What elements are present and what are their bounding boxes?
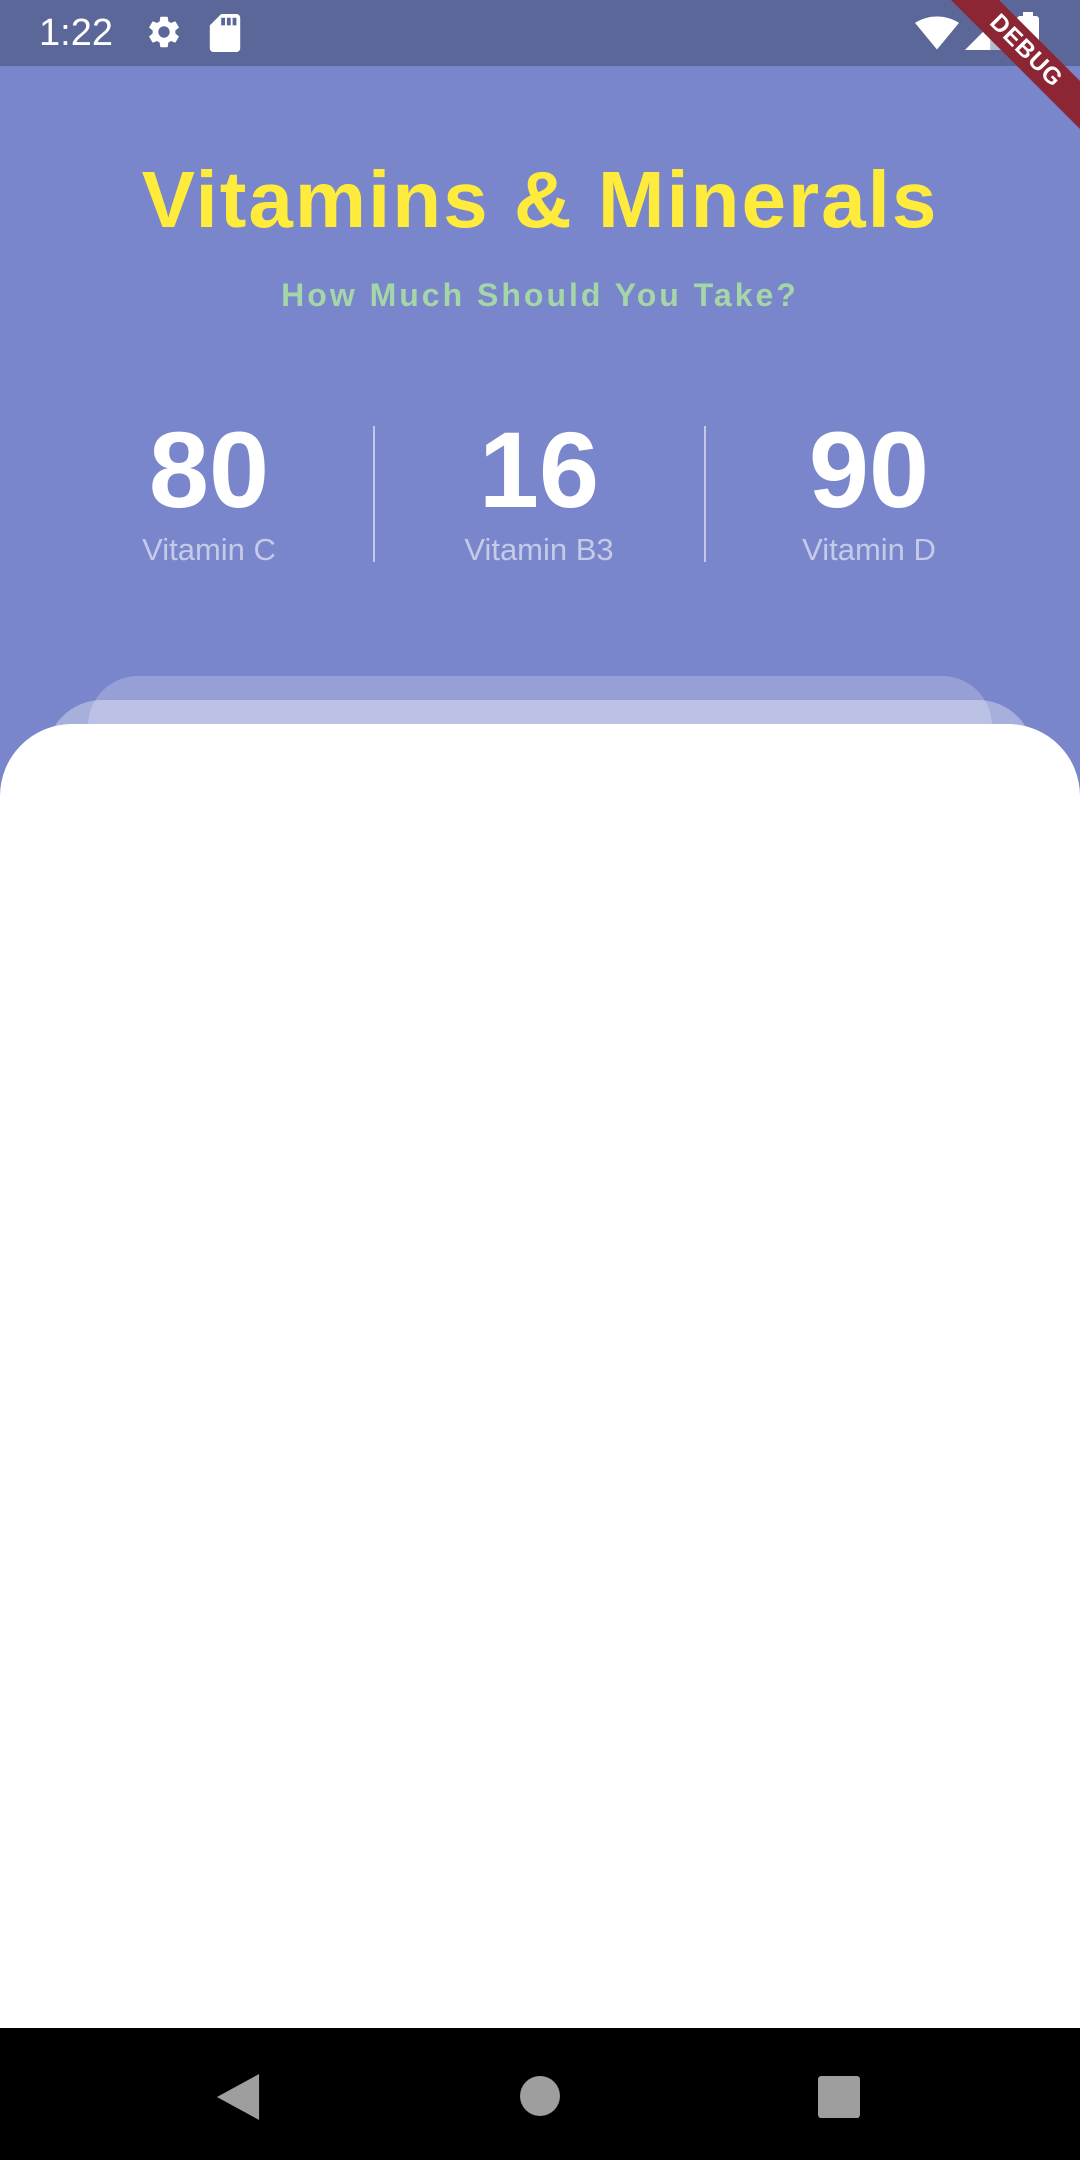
navigation-bar [0,2028,1080,2160]
stat-divider [373,426,375,562]
signal-icon [965,14,1001,50]
home-icon[interactable] [520,2076,560,2116]
stats-row: 80 Vitamin C 16 Vitamin B3 90 Vitamin D [0,410,1080,590]
wifi-icon [915,16,959,50]
status-time: 1:22 [39,12,113,54]
status-bar: 1:22 [0,0,1080,66]
stat-value: 80 [148,409,270,530]
settings-icon [149,16,179,48]
stat-vitamin-c: 80 Vitamin C [59,410,359,570]
stat-value: 90 [808,409,930,530]
back-icon[interactable] [216,2074,260,2120]
battery-icon [1017,12,1039,52]
stat-vitamin-b3: 16 Vitamin B3 [389,410,689,570]
page-title: Vitamins & Minerals [141,155,939,244]
main-card[interactable] [0,724,1080,2028]
sdcard-icon [209,14,241,52]
stat-vitamin-d: 90 Vitamin D [719,410,1019,570]
stat-label: Vitamin B3 [464,532,614,567]
stat-divider [704,426,706,562]
stat-label: Vitamin C [142,532,276,567]
stat-label: Vitamin D [802,532,936,567]
recents-icon[interactable] [818,2076,860,2118]
stat-value: 16 [478,409,600,530]
page-subtitle: How Much Should You Take? [281,277,799,313]
